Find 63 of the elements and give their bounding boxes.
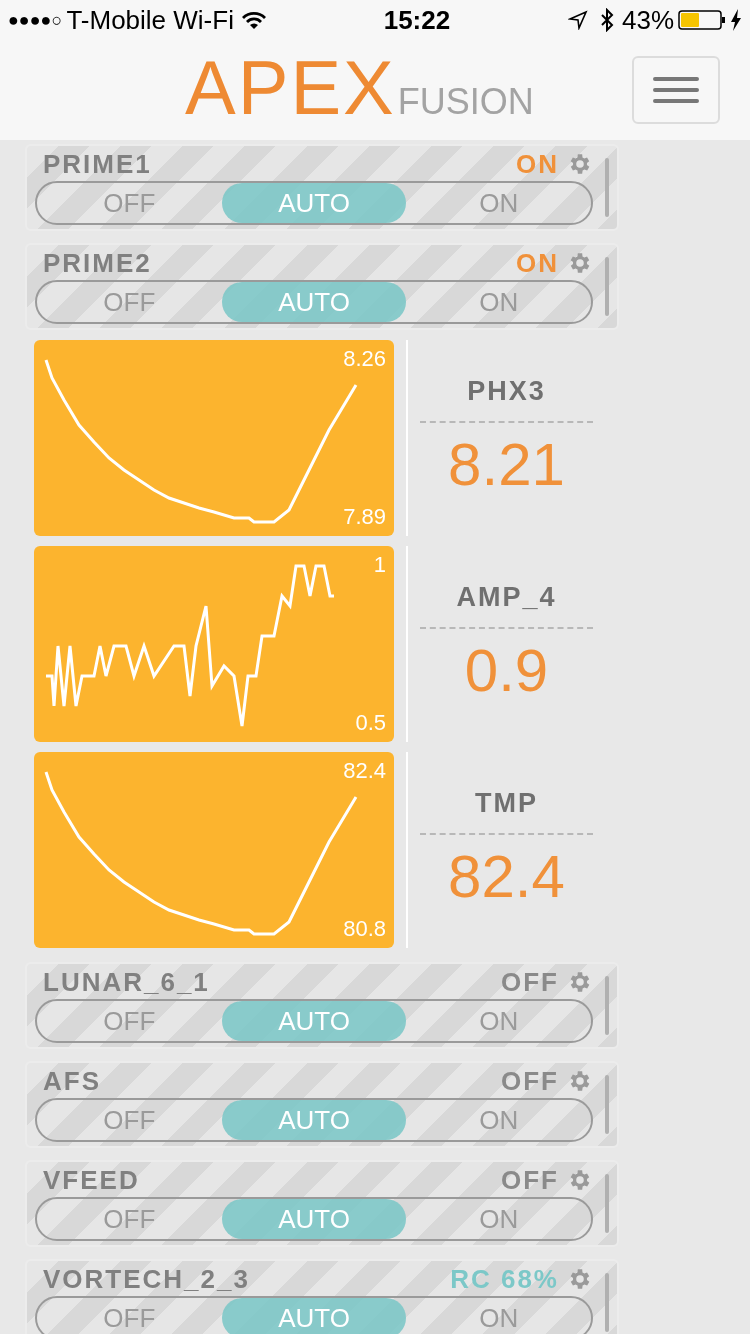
mode-option[interactable]: ON xyxy=(406,183,591,223)
probe-chart[interactable]: 82.4 80.8 xyxy=(34,752,394,948)
probe-name: AMP_4 xyxy=(456,584,557,611)
outlet-name: PRIME1 xyxy=(43,150,152,177)
probe-value: 8.21 xyxy=(448,435,565,495)
outlet-name: AFS xyxy=(43,1067,101,1094)
mode-option[interactable]: OFF xyxy=(37,282,222,322)
mode-option[interactable]: AUTO xyxy=(221,1001,407,1041)
mode-option[interactable]: AUTO xyxy=(221,1298,407,1334)
bluetooth-icon xyxy=(599,8,614,32)
outlet-status: ON xyxy=(516,150,559,177)
scroll-indicator xyxy=(605,1174,609,1233)
scroll-indicator xyxy=(605,257,609,316)
chart-max-label: 8.26 xyxy=(343,348,386,370)
mode-option[interactable]: ON xyxy=(406,1001,591,1041)
scroll-indicator xyxy=(605,976,609,1035)
outlet-name: LUNAR_6_1 xyxy=(43,968,210,995)
chart-min-label: 7.89 xyxy=(343,506,386,528)
mode-option[interactable]: OFF xyxy=(37,1199,222,1239)
outlet-name: VORTECH_2_3 xyxy=(43,1265,250,1292)
outlet-status: ON xyxy=(516,249,559,276)
mode-option[interactable]: ON xyxy=(406,1100,591,1140)
mode-option[interactable]: OFF xyxy=(37,1100,222,1140)
probe-chart[interactable]: 8.26 7.89 xyxy=(34,340,394,536)
mode-option[interactable]: ON xyxy=(406,1298,591,1334)
battery-percent: 43% xyxy=(621,3,674,37)
battery-icon xyxy=(678,10,726,30)
outlet-status: OFF xyxy=(501,968,559,995)
mode-option[interactable]: AUTO xyxy=(221,1100,407,1140)
outlet-status: OFF xyxy=(501,1067,559,1094)
clock: 15:22 xyxy=(383,3,451,37)
outlet-name: PRIME2 xyxy=(43,249,152,276)
probe-value: 82.4 xyxy=(448,847,565,907)
outlet-status: OFF xyxy=(501,1166,559,1193)
mode-option[interactable]: ON xyxy=(406,1199,591,1239)
chart-min-label: 0.5 xyxy=(355,712,386,734)
menu-icon xyxy=(653,76,699,104)
outlet-status: RC 68% xyxy=(450,1265,559,1292)
signal-strength: ●●●●○ xyxy=(8,8,63,32)
location-icon xyxy=(567,10,588,30)
charging-icon xyxy=(730,9,742,31)
scroll-indicator xyxy=(605,1075,609,1134)
probe-value: 0.9 xyxy=(464,641,549,701)
scroll-indicator xyxy=(605,158,609,217)
mode-option[interactable]: AUTO xyxy=(221,282,407,322)
chart-min-label: 80.8 xyxy=(343,918,386,940)
scroll-indicator xyxy=(605,1273,609,1332)
app-logo: APEX FUSION xyxy=(185,50,534,126)
mode-option[interactable]: AUTO xyxy=(221,1199,407,1239)
probe-name: PHX3 xyxy=(467,378,546,405)
mode-option[interactable]: ON xyxy=(406,282,591,322)
probe-name: TMP xyxy=(475,790,538,817)
mode-option[interactable]: OFF xyxy=(37,1298,222,1334)
chart-max-label: 82.4 xyxy=(343,760,386,782)
menu-button[interactable] xyxy=(632,56,720,124)
mode-option[interactable]: OFF xyxy=(37,1001,222,1041)
probe-chart[interactable]: 1 0.5 xyxy=(34,546,394,742)
chart-max-label: 1 xyxy=(373,554,386,576)
carrier-name: T-Mobile Wi-Fi xyxy=(66,3,234,37)
mode-option[interactable]: OFF xyxy=(37,183,222,223)
wifi-icon xyxy=(241,10,266,30)
mode-option[interactable]: AUTO xyxy=(221,183,407,223)
outlet-name: VFEED xyxy=(43,1166,140,1193)
